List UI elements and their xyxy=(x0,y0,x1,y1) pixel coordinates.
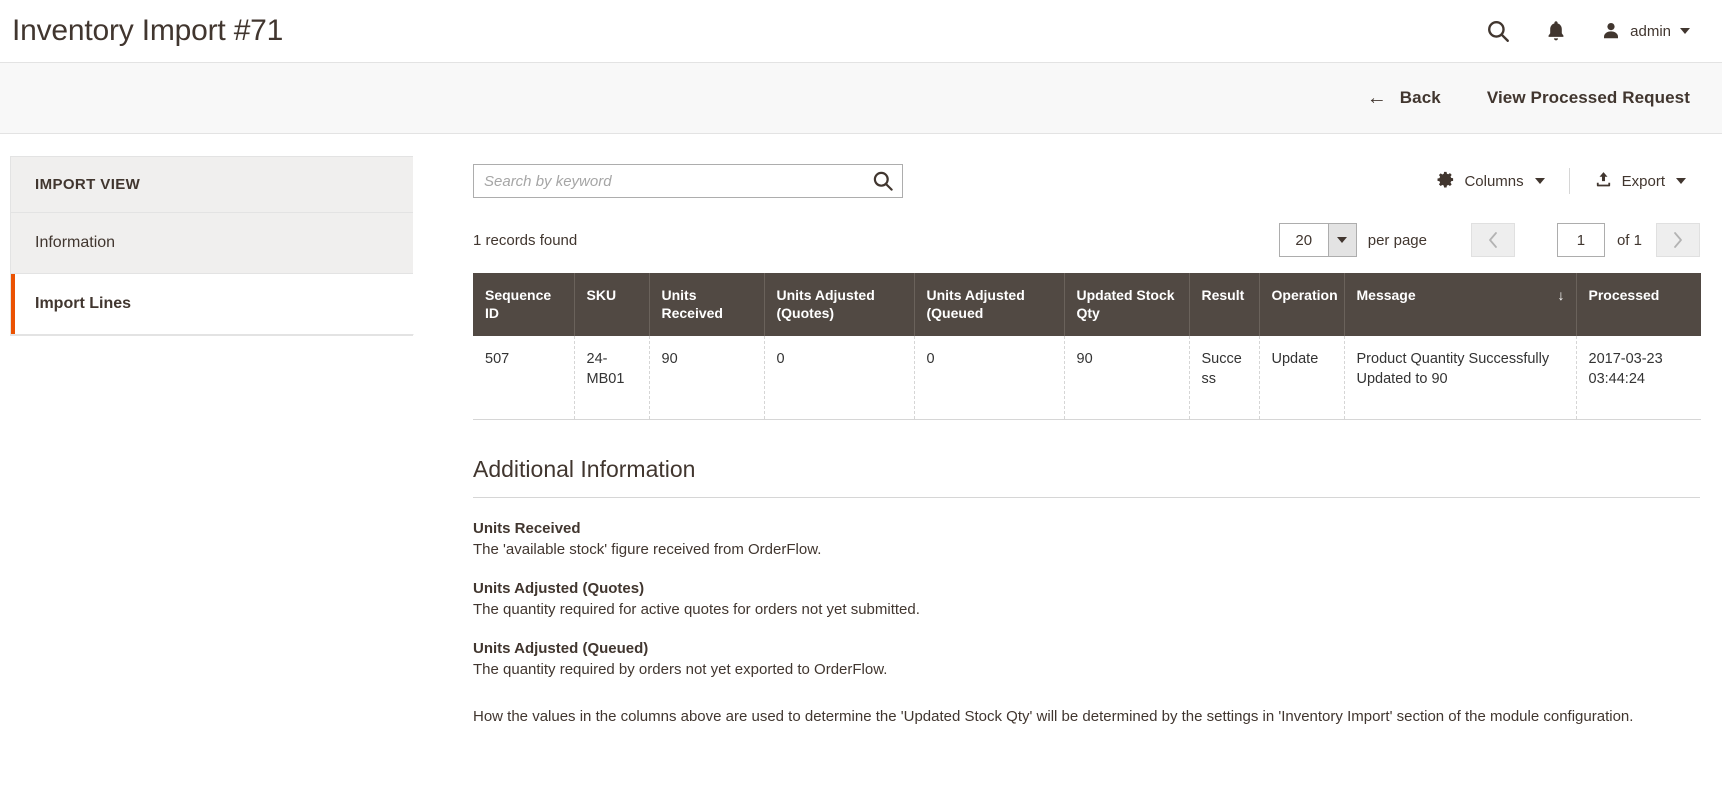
column-label: Updated Stock Qty xyxy=(1076,287,1175,321)
info-description: The 'available stock' figure received fr… xyxy=(473,541,822,559)
export-control[interactable]: Export xyxy=(1580,166,1700,197)
column-label: Units Adjusted (Quotes) xyxy=(776,287,875,321)
next-page-button[interactable] xyxy=(1656,223,1700,257)
additional-information-title: Additional Information xyxy=(473,456,1700,499)
columns-control[interactable]: Columns xyxy=(1422,166,1558,197)
info-block-units-received: Units Received The 'available stock' fig… xyxy=(473,520,1700,558)
arrow-left-icon: ← xyxy=(1366,87,1387,109)
user-avatar-icon xyxy=(1601,21,1621,41)
info-block-units-adjusted-quotes: Units Adjusted (Quotes) The quantity req… xyxy=(473,580,1700,618)
cell-updated-stock-qty: 90 xyxy=(1064,336,1190,420)
chevron-down-icon xyxy=(1680,28,1690,34)
column-label: Units Adjusted (Queued xyxy=(926,287,1025,321)
back-button[interactable]: ← Back xyxy=(1363,82,1445,114)
info-term: Units Received xyxy=(473,520,581,538)
column-label: Result xyxy=(1201,287,1245,303)
header-actions: admin xyxy=(1485,18,1700,44)
sidebar-item-import-lines[interactable]: Import Lines xyxy=(11,274,414,335)
info-block-units-adjusted-queued: Units Adjusted (Queued) The quantity req… xyxy=(473,640,1700,678)
records-and-pagination: 1 records found 20 per page of 1 xyxy=(473,223,1700,257)
info-description: The quantity required by orders not yet … xyxy=(473,661,888,679)
cell-result: Success xyxy=(1189,336,1260,420)
search-submit-button[interactable] xyxy=(867,165,899,197)
upload-icon xyxy=(1594,170,1613,193)
export-label: Export xyxy=(1621,172,1665,190)
column-label: Message xyxy=(1356,287,1416,303)
column-label: Sequence ID xyxy=(485,287,552,321)
import-view-sidebar: IMPORT VIEW Information Import Lines xyxy=(10,156,414,336)
columns-label: Columns xyxy=(1464,172,1524,190)
chevron-down-icon xyxy=(1534,178,1545,184)
column-header-message[interactable]: Message ↓ xyxy=(1344,273,1577,336)
column-header-result[interactable]: Result xyxy=(1189,273,1260,336)
search-icon[interactable] xyxy=(1485,18,1511,44)
import-lines-table: Sequence ID SKU Units Received Units Adj… xyxy=(473,273,1701,420)
cell-sku: 24-MB01 xyxy=(574,336,650,420)
page-title: Inventory Import #71 xyxy=(12,14,284,47)
cell-operation: Update xyxy=(1259,336,1345,420)
info-description: The quantity required for active quotes … xyxy=(473,601,920,619)
column-header-units-received[interactable]: Units Received xyxy=(649,273,765,336)
per-page-value: 20 xyxy=(1295,231,1313,249)
bell-icon[interactable] xyxy=(1545,19,1567,43)
grid-toolbar: Columns Export xyxy=(473,156,1700,198)
cell-units-adjusted-queued: 0 xyxy=(914,336,1065,420)
pagination-controls: 20 per page of 1 xyxy=(1278,223,1700,257)
info-term: Units Adjusted (Queued) xyxy=(473,640,649,658)
sidebar-item-label: Import Lines xyxy=(35,295,132,312)
admin-menu[interactable]: admin xyxy=(1601,21,1690,41)
sidebar-item-label: Information xyxy=(35,234,116,251)
page-actions-bar: ← Back View Processed Request xyxy=(0,62,1722,134)
records-found-label: 1 records found xyxy=(473,231,578,249)
column-label: SKU xyxy=(586,287,617,303)
content-column: Columns Export 1 record xyxy=(413,156,1722,725)
table-row[interactable]: 507 24-MB01 90 0 0 90 Success Update Pro… xyxy=(473,336,1701,420)
column-header-sequence-id[interactable]: Sequence ID xyxy=(473,273,575,336)
column-label: Units Received xyxy=(661,287,723,321)
column-header-sku[interactable]: SKU xyxy=(574,273,650,336)
search-field-wrapper xyxy=(473,164,903,198)
column-header-processed[interactable]: Processed xyxy=(1576,273,1701,336)
sort-descending-icon: ↓ xyxy=(1557,287,1565,303)
back-button-label: Back xyxy=(1399,88,1441,107)
cell-units-adjusted-quotes: 0 xyxy=(764,336,915,420)
total-pages-label: of 1 xyxy=(1616,231,1642,249)
page-main: IMPORT VIEW Information Import Lines Sea… xyxy=(0,134,1722,725)
sidebar-item-information[interactable]: Information xyxy=(11,213,413,274)
gear-icon xyxy=(1436,170,1455,193)
cell-sequence-id: 507 xyxy=(473,336,575,420)
current-page-input[interactable] xyxy=(1556,223,1605,257)
per-page-select[interactable]: 20 xyxy=(1278,223,1357,257)
view-processed-request-label: View Processed Request xyxy=(1486,88,1690,107)
toolbar-divider xyxy=(1568,168,1570,194)
additional-information-note: How the values in the columns above are … xyxy=(473,708,1634,726)
previous-page-button[interactable] xyxy=(1470,223,1515,257)
column-header-updated-stock-qty[interactable]: Updated Stock Qty xyxy=(1064,273,1190,336)
column-header-units-adjusted-queued[interactable]: Units Adjusted (Queued xyxy=(914,273,1065,336)
additional-information-section: Additional Information Units Received Th… xyxy=(473,456,1700,725)
view-processed-request-button[interactable]: View Processed Request xyxy=(1483,82,1694,114)
cell-processed: 2017-03-23 03:44:24 xyxy=(1576,336,1701,420)
admin-name: admin xyxy=(1630,22,1671,40)
info-term: Units Adjusted (Quotes) xyxy=(473,580,645,598)
column-label: Operation xyxy=(1271,287,1338,303)
cell-message: Product Quantity Successfully Updated to… xyxy=(1344,336,1577,420)
chevron-down-icon xyxy=(1676,178,1686,184)
table-header-row: Sequence ID SKU Units Received Units Adj… xyxy=(473,273,1701,336)
column-header-units-adjusted-quotes[interactable]: Units Adjusted (Quotes) xyxy=(764,273,915,336)
column-header-operation[interactable]: Operation xyxy=(1259,273,1345,336)
search-input[interactable] xyxy=(473,164,903,198)
grid-toolbar-actions: Columns Export xyxy=(1422,166,1700,197)
page-header: Inventory Import #71 admin xyxy=(0,0,1722,62)
column-label: Processed xyxy=(1588,287,1660,303)
per-page-label: per page xyxy=(1367,231,1427,249)
cell-units-received: 90 xyxy=(649,336,765,420)
sidebar-title: IMPORT VIEW xyxy=(11,157,413,213)
chevron-down-icon xyxy=(1327,224,1356,256)
